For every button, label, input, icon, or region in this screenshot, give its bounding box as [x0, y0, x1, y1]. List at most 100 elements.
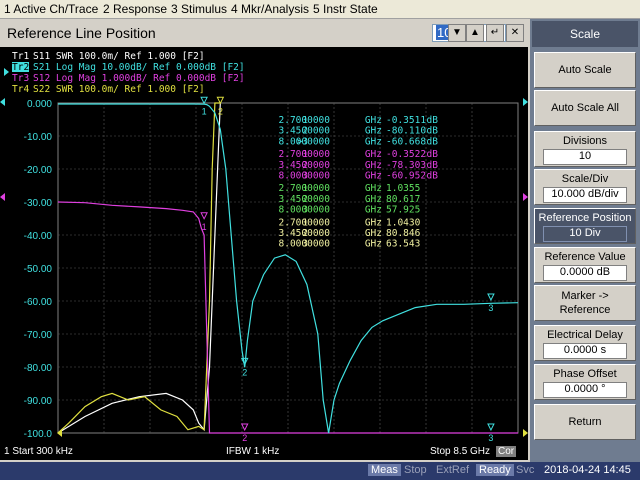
reference-position-value: 10 Div	[543, 226, 627, 242]
marker-table: 12.7000000 GHz -0.3511 dB23.4500000 GHz -80.1…	[279, 115, 439, 250]
marker-table-cell: dB	[427, 115, 439, 126]
marker-table-cell: dB	[427, 126, 439, 137]
stop-indicator: Stop	[404, 464, 427, 476]
marker-table-cell: -80.110	[386, 126, 426, 137]
trace-legend-text: S11 SWR 100.0m/ Ref 1.000 [F2]	[33, 51, 205, 62]
softkey-label: Reference Value	[544, 251, 626, 263]
trace-legend: Tr1 S11 SWR 100.0m/ Ref 1.000 [F2] Tr2 S21 …	[4, 51, 245, 95]
marker-table-cell: GHz	[365, 205, 382, 216]
marker-table-cell: 8.0000000	[279, 239, 331, 250]
entry-enter-button[interactable]: ↵	[486, 24, 504, 42]
menu-item-instr-state[interactable]: 5 Instr State	[313, 2, 378, 16]
marker-table-cell: 3.4500000	[279, 126, 331, 137]
marker-table-cell: 2.7000000	[279, 115, 331, 126]
y-tick-label: -30.00	[24, 198, 53, 209]
reference-value-value: 0.0000 dB	[543, 265, 627, 281]
marker-table-cell: 2.7000000	[279, 183, 331, 194]
marker-table-cell: -60.668	[386, 136, 426, 147]
marker-table-cell: GHz	[365, 115, 382, 126]
marker-table-cell: GHz	[365, 136, 382, 147]
menu-item-mkr-analysis[interactable]: 4 Mkr/Analysis	[231, 2, 309, 16]
trace-plot[interactable]: 0.000 -10.00 -20.00 -30.00 -40.00 -50.00 -60.0…	[0, 47, 528, 445]
marker-table-cell: GHz	[365, 126, 382, 137]
softkey-label: Phase Offset	[553, 368, 617, 380]
measurement-screen[interactable]: 0.000 -10.00 -20.00 -30.00 -40.00 -50.00 -60.0…	[0, 47, 528, 445]
softkey-label: Auto Scale All	[551, 102, 619, 114]
reference-arrow-icon	[0, 193, 5, 201]
y-tick-label: -90.00	[24, 396, 53, 407]
marker-table-cell: 8.0000000	[279, 205, 331, 216]
marker-table-cell: 8.0000000	[279, 171, 331, 182]
start-frequency[interactable]: 1 Start 300 kHz	[4, 446, 73, 457]
reference-position-softkey[interactable]: Reference Position 10 Div	[534, 208, 636, 244]
marker-table-cell: GHz	[365, 149, 382, 160]
correction-indicator: Cor	[496, 446, 517, 457]
electrical-delay-softkey[interactable]: Electrical Delay 0.0000 s	[534, 325, 636, 361]
trace-legend-id: Tr3	[12, 73, 29, 84]
y-tick-label: -10.00	[24, 132, 53, 143]
entry-down-button[interactable]: ▼	[448, 24, 466, 42]
menu-item-stimulus[interactable]: 3 Stimulus	[171, 2, 227, 16]
reference-value-softkey[interactable]: Reference Value 0.0000 dB	[534, 247, 636, 283]
softkey-label: Marker -> Reference	[559, 290, 611, 316]
marker-table-cell: GHz	[365, 228, 382, 239]
meas-indicator: Meas	[368, 464, 401, 476]
marker-table-cell: GHz	[365, 239, 382, 250]
marker-table-cell: -60.952	[386, 171, 426, 182]
menu-bar: 1 Active Ch/Trace 2 Response 3 Stimulus …	[0, 0, 640, 19]
marker-table-cell: 80.617	[386, 194, 420, 205]
reference-arrow-icon	[0, 98, 5, 106]
marker-number: 1	[202, 106, 207, 116]
marker-triangle-icon	[487, 423, 495, 432]
marker-table-cell: GHz	[365, 171, 382, 182]
trace-legend-id: Tr2	[12, 62, 29, 73]
trace-legend-text: S22 SWR 100.0m/ Ref 1.000 [F2]	[33, 84, 205, 95]
marker-number: 1	[202, 222, 207, 232]
entry-label: Reference Line Position	[7, 25, 156, 41]
y-axis-ticks: 0.000 -10.00 -20.00 -30.00 -40.00 -50.00 -60.0…	[24, 99, 53, 440]
marker-table-cell: GHz	[365, 160, 382, 171]
active-trace-arrow-icon	[4, 68, 9, 76]
softkey-label: Auto Scale	[558, 64, 612, 76]
marker-table-cell: GHz	[365, 183, 382, 194]
panel-title: Scale	[532, 21, 638, 47]
trace-legend-text: S21 Log Mag 10.00dB/ Ref 0.000dB [F2]	[33, 62, 245, 73]
svc-indicator: Svc	[516, 464, 535, 476]
marker-table-cell: 63.543	[386, 239, 420, 250]
marker-table-cell: 3.4500000	[279, 194, 331, 205]
auto-scale-all-button[interactable]: Auto Scale All	[534, 90, 636, 126]
menu-item-response[interactable]: 2 Response	[103, 2, 167, 16]
stop-frequency[interactable]: Stop 8.5 GHz	[430, 446, 490, 457]
marker-triangle-icon	[240, 423, 249, 432]
marker-table-cell: -0.3522	[386, 149, 426, 160]
scale-div-softkey[interactable]: Scale/Div 10.000 dB/div	[534, 169, 636, 205]
marker-table-cell: dB	[427, 171, 439, 182]
y-tick-label: -50.00	[24, 264, 53, 275]
channel-status-line: 1 Start 300 kHz IFBW 1 kHz Stop 8.5 GHz …	[0, 445, 528, 460]
entry-close-button[interactable]: ✕	[506, 24, 524, 42]
marker-table-cell: dB	[427, 149, 439, 160]
phase-offset-softkey[interactable]: Phase Offset 0.0000 °	[534, 364, 636, 400]
divisions-softkey[interactable]: Divisions 10	[534, 131, 636, 167]
reference-arrow-icon	[523, 193, 528, 201]
marker-table-cell: -78.303	[386, 160, 426, 171]
y-tick-label: -80.00	[24, 363, 53, 374]
marker-table-cell: GHz	[365, 194, 382, 205]
ifbw[interactable]: IFBW 1 kHz	[226, 446, 279, 457]
return-button[interactable]: Return	[534, 404, 636, 440]
marker-table-cell: 1.0355	[386, 183, 420, 194]
trace-legend-text: S12 Log Mag 1.000dB/ Ref 0.000dB [F2]	[33, 73, 245, 84]
menu-item-active-ch-trace[interactable]: 1 Active Ch/Trace	[4, 2, 98, 16]
marker-table-cell: 8.0000000	[279, 136, 331, 147]
ready-indicator: Ready	[476, 464, 514, 476]
entry-up-button[interactable]: ▲	[466, 24, 484, 42]
auto-scale-button[interactable]: Auto Scale	[534, 52, 636, 88]
marker-symbols: 1 2 1 2 3 2 3	[0, 96, 528, 443]
marker-to-reference-button[interactable]: Marker -> Reference	[534, 285, 636, 321]
marker-triangle-icon	[487, 293, 495, 302]
datetime: 2018-04-24 14:45	[544, 464, 631, 476]
marker-table-cell: 57.925	[386, 205, 420, 216]
marker-table-cell: 80.846	[386, 228, 421, 239]
marker-table-cell: 1.0430	[386, 217, 421, 228]
marker-number: 2	[218, 106, 223, 116]
